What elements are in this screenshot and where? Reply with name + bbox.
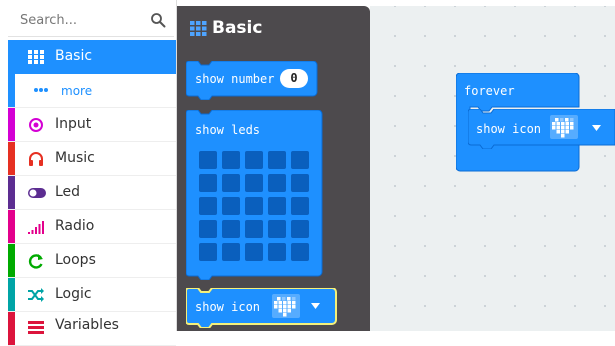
headphones-icon <box>29 152 43 166</box>
block-label: show icon <box>195 300 261 314</box>
dots-icon <box>34 88 48 92</box>
number-input[interactable]: 0 <box>280 69 308 88</box>
category-color-bar <box>8 312 15 345</box>
list-icon <box>28 321 44 334</box>
toolbox-category-label: Loops <box>55 252 96 268</box>
dropdown-arrow-icon[interactable] <box>592 125 601 131</box>
search-icon[interactable] <box>150 12 166 28</box>
led-grid[interactable] <box>197 149 314 266</box>
toolbox-category-variables[interactable]: Variables <box>8 312 176 346</box>
category-color-bar <box>8 74 15 107</box>
block-label: forever <box>464 84 515 98</box>
toolbox-category-loops[interactable]: Loops <box>8 244 176 278</box>
toolbox-category-basic-more[interactable]: more <box>8 74 176 108</box>
toggle-icon <box>28 188 46 198</box>
block-label: show icon <box>476 122 542 136</box>
heart-icon[interactable] <box>272 294 300 318</box>
toolbox-category-logic[interactable]: Logic <box>8 278 176 312</box>
refresh-icon <box>28 254 43 269</box>
toolbox-category-led[interactable]: Led <box>8 176 176 210</box>
toolbox-category-label: Radio <box>55 218 95 234</box>
toolbox-category-basic[interactable]: Basic <box>8 40 176 74</box>
toolbox: Basic more Input Music Led <box>0 0 177 346</box>
toolbox-category-label: Logic <box>55 286 92 302</box>
search-input[interactable] <box>20 11 140 29</box>
heart-icon[interactable] <box>550 115 578 139</box>
category-color-bar <box>8 142 15 175</box>
category-color-bar <box>8 176 15 209</box>
block-label: show number <box>195 72 275 86</box>
category-color-bar <box>8 244 15 277</box>
toolbox-category-label: Led <box>55 184 81 200</box>
toolbox-category-label: more <box>61 84 93 98</box>
category-color-bar <box>8 210 15 243</box>
search-box <box>8 6 174 37</box>
category-color-bar <box>8 108 15 141</box>
toolbox-category-label: Basic <box>55 48 93 64</box>
signal-bars-icon <box>28 221 44 234</box>
show-number-block[interactable]: show number 0 <box>186 61 318 100</box>
block-label: show leds <box>195 123 261 137</box>
number-value: 0 <box>290 71 298 85</box>
toolbox-category-label: Music <box>55 150 95 166</box>
toolbox-category-label: Input <box>55 116 92 132</box>
workspace-show-icon-block[interactable]: show icon <box>468 109 615 149</box>
category-color-bar <box>8 278 15 311</box>
toolbox-category-music[interactable]: Music <box>8 142 176 176</box>
toolbox-category-input[interactable]: Input <box>8 108 176 142</box>
grid-icon <box>28 50 44 64</box>
grid-icon <box>190 21 207 36</box>
show-leds-block[interactable]: show leds <box>186 110 323 280</box>
flyout-title: Basic <box>212 18 263 38</box>
show-icon-block[interactable]: show icon <box>186 288 338 328</box>
dropdown-arrow-icon[interactable] <box>311 303 320 309</box>
shuffle-icon <box>28 288 44 302</box>
toolbox-category-radio[interactable]: Radio <box>8 210 176 244</box>
target-icon <box>29 118 43 132</box>
